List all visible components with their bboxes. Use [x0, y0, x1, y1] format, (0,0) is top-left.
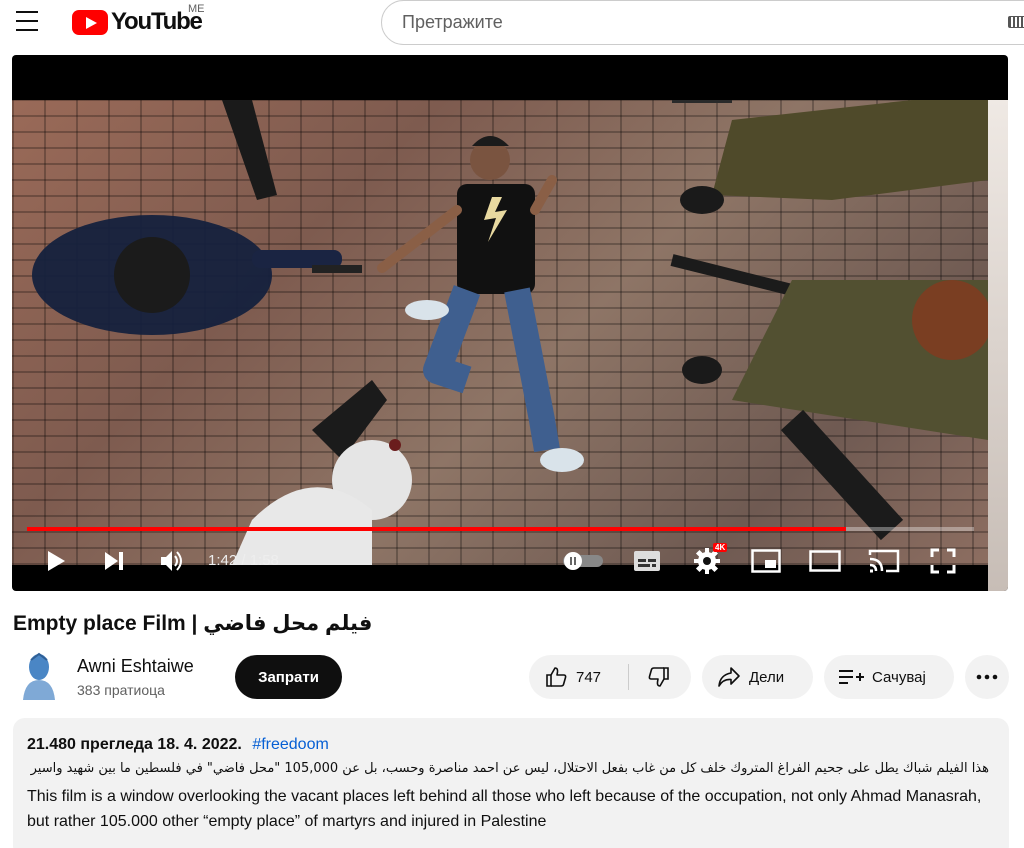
save-label: Сачувај [872, 668, 926, 686]
more-actions-button[interactable] [965, 655, 1009, 699]
fullscreen-icon [930, 548, 956, 574]
save-button[interactable]: Сачувај [824, 655, 954, 699]
youtube-logo[interactable]: YouTube [72, 8, 203, 36]
volume-button[interactable] [157, 547, 187, 575]
subtitles-button[interactable] [632, 547, 662, 575]
description-english: This film is a window overlooking the va… [27, 788, 982, 830]
masthead: YouTube ME Претражите [0, 0, 1024, 46]
more-horizontal-icon [976, 674, 998, 680]
thumbs-down-icon [648, 667, 669, 687]
subscribe-button[interactable]: Запрати [235, 655, 342, 699]
channel-avatar[interactable] [19, 650, 59, 700]
miniplayer-button[interactable] [750, 547, 782, 575]
fullscreen-button[interactable] [928, 547, 958, 575]
like-button[interactable]: 747 [529, 655, 628, 699]
time-display: 1:42 / 1:58 [208, 552, 279, 569]
keyboard-icon[interactable] [1008, 16, 1024, 28]
subscriber-count: 383 пратиоца [77, 682, 165, 698]
video-edge-fade [988, 100, 1008, 591]
player-controls: 1:42 / 1:58 4K [12, 541, 988, 581]
description-arabic: هذا الفيلم شباك يطل على جحيم الفراغ المت… [30, 761, 989, 776]
avatar-image [19, 650, 59, 700]
view-count-date: 21.480 прегледа 18. 4. 2022. #freedoom [27, 736, 329, 754]
dislike-button[interactable] [629, 655, 689, 699]
video-title: Empty place Film | فيلم محل فاضي [13, 612, 373, 635]
cast-icon [868, 549, 900, 573]
thumbs-up-icon [546, 667, 567, 687]
play-button[interactable] [42, 547, 70, 575]
volume-icon [161, 551, 182, 571]
cast-button[interactable] [867, 547, 901, 575]
menu-icon[interactable] [14, 10, 40, 32]
progress-bar[interactable] [27, 527, 974, 531]
search-input[interactable]: Претражите [381, 0, 1024, 45]
description-box[interactable]: 21.480 прегледа 18. 4. 2022. #freedoom ه… [13, 718, 1009, 848]
youtube-play-icon [72, 9, 108, 35]
video-frame [12, 100, 988, 565]
share-icon [718, 667, 740, 687]
like-count: 747 [576, 668, 602, 686]
video-player[interactable]: 1:42 / 1:58 4K [12, 55, 1008, 591]
channel-name[interactable]: Awni Eshtaiwe [77, 656, 194, 677]
next-button[interactable] [100, 547, 128, 575]
theater-mode-button[interactable] [808, 547, 842, 575]
subtitles-icon [634, 551, 660, 571]
next-icon [105, 552, 123, 570]
quality-badge: 4K [713, 543, 728, 552]
share-label: Дели [749, 668, 785, 686]
theater-icon [809, 550, 841, 572]
progress-played [27, 527, 847, 531]
hashtag-link[interactable]: #freedoom [252, 736, 329, 753]
region-code: ME [188, 3, 205, 15]
like-dislike-group: 747 [529, 655, 691, 699]
save-playlist-icon [839, 670, 864, 684]
share-button[interactable]: Дели [702, 655, 813, 699]
play-icon [48, 551, 65, 571]
miniplayer-icon [751, 549, 781, 573]
autoplay-icon [563, 552, 603, 570]
video-frame-illustration [32, 100, 988, 565]
autoplay-toggle[interactable] [560, 547, 606, 575]
views-and-date: 21.480 прегледа 18. 4. 2022. [27, 736, 242, 753]
